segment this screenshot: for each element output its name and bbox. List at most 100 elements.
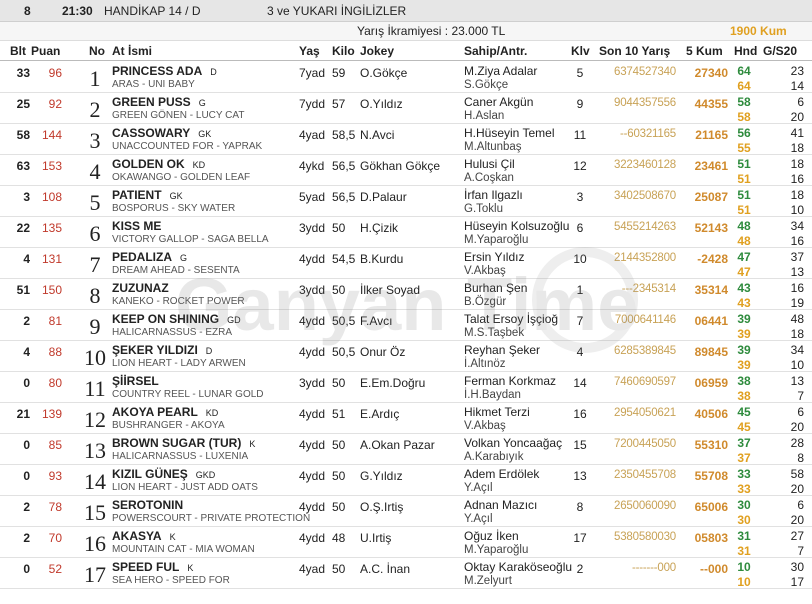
jockey-name[interactable]: A.C. İnan xyxy=(360,562,410,576)
g-value: 34 xyxy=(790,343,804,357)
horse-name[interactable]: BROWN SUGAR (TUR) K xyxy=(112,436,255,450)
owner-name[interactable]: Hüseyin Kolsuzoğlu xyxy=(464,219,569,233)
owner-name[interactable]: M.Ziya Adalar xyxy=(464,64,537,78)
race-header: 8 21:30 HANDİKAP 14 / D 3 ve YUKARI İNGİ… xyxy=(0,0,812,22)
horse-name[interactable]: SEROTONIN xyxy=(112,498,191,512)
jockey-name[interactable]: G.Yıldız xyxy=(360,469,403,483)
handicap-previous: 39 xyxy=(737,358,751,372)
table-row[interactable]: 0 93 14 LION HEART - JUST ADD OATS 4ydd 50 G.Y… xyxy=(0,465,812,496)
horse-name[interactable]: ŞEKER YILDIZI D xyxy=(112,343,212,357)
last10-results: 7200445050 xyxy=(614,438,676,450)
horse-weight: 50 xyxy=(332,221,346,235)
horse-name[interactable]: CASSOWARY GK xyxy=(112,126,211,140)
jockey-name[interactable]: O.Yıldız xyxy=(360,97,403,111)
horse-age: 3ydd xyxy=(299,221,326,235)
jockey-name[interactable]: O.Gökçe xyxy=(360,66,407,80)
owner-name[interactable]: Caner Akgün xyxy=(464,95,533,109)
table-row[interactable]: 63 153 4 OKAWANGO - GOLDEN LEAF 4ykd 56,5 Gökh… xyxy=(0,155,812,186)
owner-name[interactable]: Adnan Mazıcı xyxy=(464,498,537,512)
jockey-name[interactable]: Onur Öz xyxy=(360,345,405,359)
table-row[interactable]: 0 80 11 COUNTRY REEL - LUNAR GOLD 3ydd 50 E.Em… xyxy=(0,372,812,403)
jockey-name[interactable]: İlker Soyad xyxy=(360,283,420,297)
horse-name[interactable]: GOLDEN OK KD xyxy=(112,157,205,171)
owner-name[interactable]: Oktay Karaköseoğlu xyxy=(464,560,572,574)
equipment-flag: G xyxy=(198,98,206,108)
blt-value: 21 xyxy=(16,407,30,421)
handicap-previous: 51 xyxy=(737,172,751,186)
jockey-name[interactable]: Gökhan Gökçe xyxy=(360,159,440,173)
table-row[interactable]: 2 78 15 POWERSCOURT - PRIVATE PROTECTION 4yd… xyxy=(0,496,812,527)
horse-name[interactable]: ŞİİRSEL xyxy=(112,374,167,388)
jockey-name[interactable]: O.Ş.Irtiş xyxy=(360,500,403,514)
horse-number: 1 xyxy=(89,66,101,91)
horse-name[interactable]: KIZIL GÜNEŞ GKD xyxy=(112,467,215,481)
horse-weight: 56,5 xyxy=(332,190,356,204)
stall-number: 17 xyxy=(573,531,587,545)
handicap-previous: 43 xyxy=(737,296,751,310)
horse-age: 4ydd xyxy=(299,345,326,359)
owner-name[interactable]: Talat Ersoy İşçioğ xyxy=(464,312,558,326)
table-row[interactable]: 22 135 6 VICTORY GALLOP - SAGA BELLA 3ydd 50 H… xyxy=(0,217,812,248)
owner-name[interactable]: Hikmet Terzi xyxy=(464,405,530,419)
table-row[interactable]: 21 139 12 BUSHRANGER - AKOYA 4ydd 51 E.Ardıç Hi… xyxy=(0,403,812,434)
horse-number: 8 xyxy=(89,283,101,308)
jockey-name[interactable]: U.Irtiş xyxy=(360,531,391,545)
table-row[interactable]: 25 92 2 GREEN GÖNEN - LUCY CAT 7ydd 57 O.Yıldı… xyxy=(0,93,812,124)
table-row[interactable]: 4 88 10 LION HEART - LADY ARWEN 4ydd 50,5 Onur… xyxy=(0,341,812,372)
stall-number: 10 xyxy=(573,252,587,266)
horse-age: 4ydd xyxy=(299,500,326,514)
horse-name[interactable]: PATIENT GK xyxy=(112,188,183,202)
col-horse-name: At İsmi xyxy=(112,44,153,58)
horse-name[interactable]: PRINCESS ADA D xyxy=(112,64,217,78)
jockey-name[interactable]: F.Avcı xyxy=(360,314,392,328)
table-row[interactable]: 4 131 7 DREAM AHEAD - SESENTA 4ydd 54,5 B.Kurd… xyxy=(0,248,812,279)
last5-sand: --000 xyxy=(699,562,728,576)
blt-value: 2 xyxy=(23,531,30,545)
s20-value: 10 xyxy=(790,358,804,372)
owner-name[interactable]: Reyhan Şeker xyxy=(464,343,540,357)
horse-name[interactable]: PEDALIZA G xyxy=(112,250,187,264)
stall-number: 6 xyxy=(576,221,584,235)
owner-name[interactable]: Burhan Şen xyxy=(464,281,527,295)
horse-name[interactable]: AKASYA K xyxy=(112,529,176,543)
table-row[interactable]: 2 81 9 HALICARNASSUS - EZRA 4ydd 50,5 F.Avcı Ta… xyxy=(0,310,812,341)
horse-age: 5yad xyxy=(299,190,326,204)
g-value: 13 xyxy=(790,374,804,388)
table-row[interactable]: 2 70 16 MOUNTAIN CAT - MIA WOMAN 4ydd 48 U.Irt… xyxy=(0,527,812,558)
owner-name[interactable]: Oğuz İken xyxy=(464,529,519,543)
horse-name[interactable]: ZUZUNAZ xyxy=(112,281,177,295)
jockey-name[interactable]: A.Okan Pazar xyxy=(360,438,435,452)
horse-name[interactable]: KISS ME xyxy=(112,219,169,233)
equipment-flag: K xyxy=(169,532,176,542)
table-row[interactable]: 3 108 5 BOSPORUS - SKY WATER 5yad 56,5 D.Palau… xyxy=(0,186,812,217)
owner-name[interactable]: Volkan Yoncaağaç xyxy=(464,436,562,450)
table-row[interactable]: 51 150 8 KANEKO - ROCKET POWER 3ydd 50 İlker S… xyxy=(0,279,812,310)
owner-name[interactable]: İrfan Ilgazlı xyxy=(464,188,523,202)
owner-name[interactable]: Ferman Korkmaz xyxy=(464,374,556,388)
jockey-name[interactable]: E.Em.Doğru xyxy=(360,376,425,390)
table-row[interactable]: 58 144 3 UNACCOUNTED FOR - YAPRAK 4yad 58,5 N.… xyxy=(0,124,812,155)
horse-age: 3ydd xyxy=(299,376,326,390)
owner-name[interactable]: H.Hüseyin Temel xyxy=(464,126,554,140)
points-value: 81 xyxy=(48,314,62,328)
jockey-name[interactable]: E.Ardıç xyxy=(360,407,399,421)
owner-name[interactable]: Ersin Yıldız xyxy=(464,250,524,264)
horse-number: 16 xyxy=(84,531,106,556)
jockey-name[interactable]: N.Avci xyxy=(360,128,394,142)
horse-name[interactable]: KEEP ON SHINING GD xyxy=(112,312,241,326)
table-row[interactable]: 33 96 1 ARAS - UNI BABY 7yad 59 O.Gökçe M.Ziya … xyxy=(0,62,812,93)
jockey-name[interactable]: H.Çizik xyxy=(360,221,398,235)
horse-age: 4ydd xyxy=(299,252,326,266)
owner-name[interactable]: Hulusi Çil xyxy=(464,157,515,171)
race-info-bar: Yarış İkramiyesi : 23.000 TL 1900 Kum xyxy=(0,22,812,41)
horse-name[interactable]: GREEN PUSS G xyxy=(112,95,206,109)
handicap-previous: 33 xyxy=(737,482,751,496)
horse-name[interactable]: AKOYA PEARL KD xyxy=(112,405,218,419)
s20-value: 20 xyxy=(790,420,804,434)
horse-name[interactable]: SPEED FUL K xyxy=(112,560,193,574)
table-row[interactable]: 0 85 13 HALICARNASSUS - LUXENIA 4ydd 50 A.Okan… xyxy=(0,434,812,465)
table-row[interactable]: 0 52 17 SEA HERO - SPEED FOR 4yad 50 A.C. İnan… xyxy=(0,558,812,589)
jockey-name[interactable]: B.Kurdu xyxy=(360,252,403,266)
jockey-name[interactable]: D.Palaur xyxy=(360,190,407,204)
owner-name[interactable]: Adem Erdölek xyxy=(464,467,539,481)
